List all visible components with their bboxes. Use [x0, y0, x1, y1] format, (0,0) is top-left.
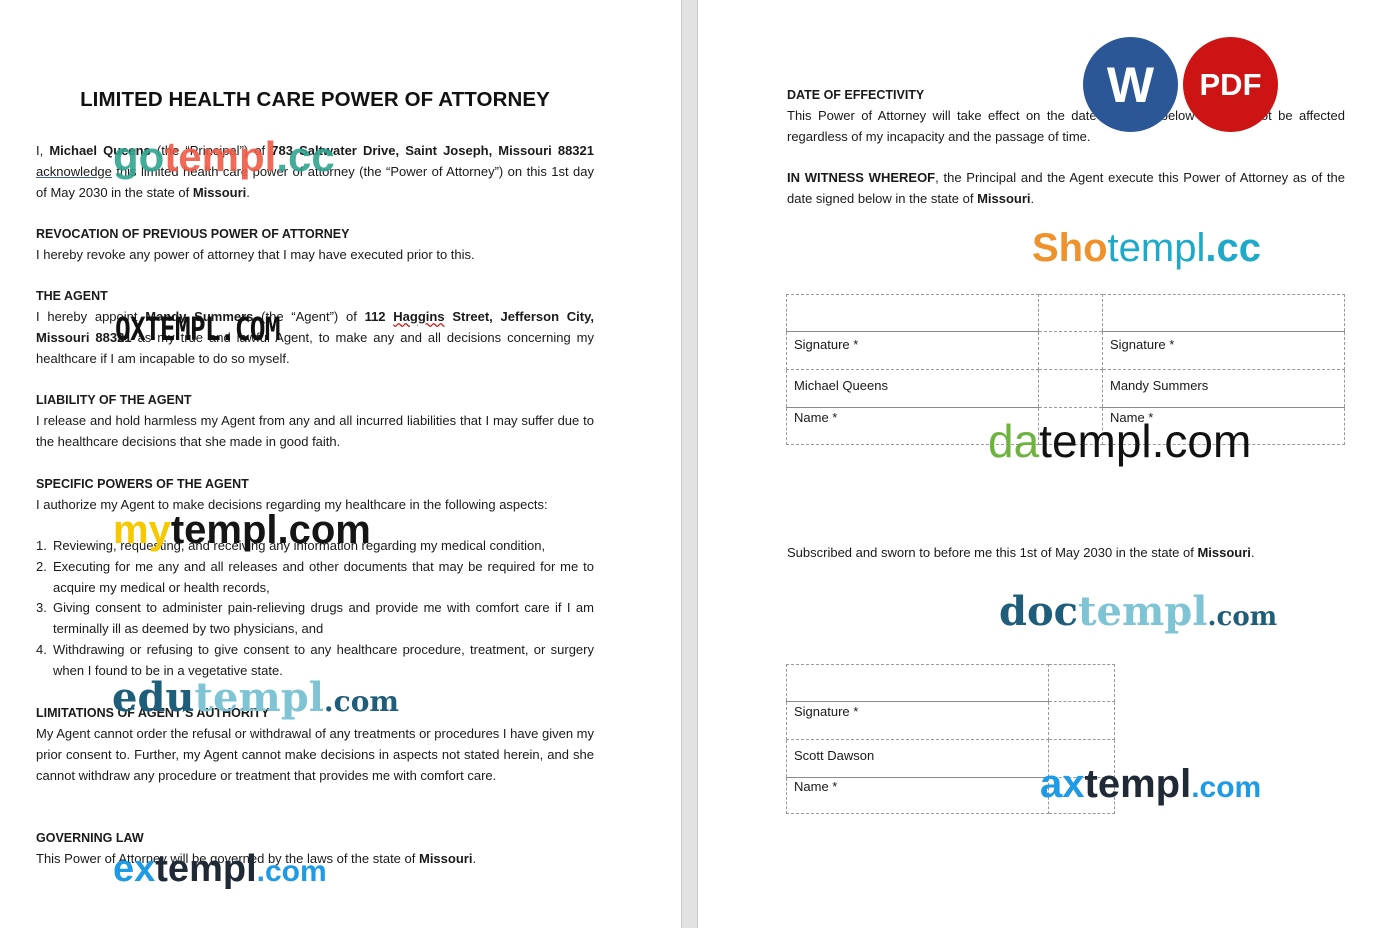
principal-name-value: Michael Queens [794, 378, 888, 393]
list-number: 1. [36, 538, 47, 553]
watermark-part: templ [1078, 588, 1208, 635]
watermark-part: my [113, 508, 171, 552]
list-number: 3. [36, 600, 47, 616]
watermark-gotempl: gotempl.cc [113, 136, 335, 178]
word-format-icon[interactable]: W [1083, 37, 1178, 132]
signature-space-principal[interactable] [786, 294, 1039, 332]
punctuation: . [246, 184, 250, 200]
signature-space-notary[interactable] [786, 664, 1049, 702]
spacer-cell [1038, 294, 1103, 332]
powers-list: 1. Reviewing, requesting, and receiving a… [36, 536, 594, 682]
spacer-cell [1048, 701, 1115, 740]
punctuation: . [472, 851, 477, 866]
intro-text: I, [36, 143, 50, 158]
name-value-cell: Mandy Summers [1102, 369, 1345, 408]
revocation-body: I hereby revoke any power of attorney th… [36, 247, 475, 262]
state-name: Missouri [192, 184, 247, 200]
list-text: Giving consent to administer pain-reliev… [53, 600, 594, 637]
spacer-cell [1038, 331, 1103, 370]
signature-space-agent[interactable] [1102, 294, 1345, 332]
watermark-doctempl: doctempl.com [999, 592, 1277, 632]
document-page-1 [0, 0, 681, 928]
watermark-part: .cc [1205, 226, 1261, 270]
list-number: 4. [36, 641, 47, 657]
signature-label: Signature * [1110, 337, 1175, 352]
acknowledge-word: acknowledge [36, 163, 112, 179]
witness-lead: IN WITNESS WHEREOF [787, 170, 936, 185]
watermark-part: da [988, 415, 1040, 467]
watermark-part: ax [1040, 762, 1085, 806]
watermark-part: go [113, 133, 165, 180]
state-name: Missouri [1197, 545, 1251, 560]
state-name: Missouri [418, 851, 473, 866]
signature-label: Signature * [794, 337, 859, 352]
name-value-cell: Michael Queens [786, 369, 1039, 408]
name-label-cell: Name * [786, 777, 1049, 814]
agent-address-part: Haggins [393, 309, 445, 324]
watermark-part: .cc [276, 133, 335, 180]
limitations-body: My Agent cannot order the refusal or wit… [36, 726, 594, 783]
watermark-part: .com [1191, 771, 1262, 804]
agent-address-part: 112 [364, 309, 394, 324]
page-gutter [681, 0, 698, 928]
watermark-mytempl: mytempl.com [113, 510, 371, 550]
watermark-edutempl: edutempl.com [112, 678, 399, 718]
list-item: 2. Executing for me any and all releases … [36, 557, 594, 599]
list-text: Withdrawing or refusing to give consent … [53, 641, 594, 678]
signature-label-cell: Signature * [786, 701, 1049, 740]
watermark-part: .com [256, 855, 327, 888]
notary-paragraph: Subscribed and sworn to before me this 1… [787, 543, 1345, 564]
watermark-part: templ [164, 133, 277, 180]
document-title: LIMITED HEALTH CARE POWER OF ATTORNEY [80, 88, 550, 111]
agent-name-value: Mandy Summers [1110, 378, 1209, 393]
governing-heading: GOVERNING LAW [36, 831, 144, 845]
liability-heading: LIABILITY OF THE AGENT [36, 393, 192, 407]
liability-body: I release and hold harmless my Agent fro… [36, 413, 594, 449]
watermark-part: templ.com [170, 508, 371, 552]
signature-label: Signature * [794, 704, 859, 719]
watermark-extempl: extempl.com [113, 850, 327, 888]
signature-label-cell: Signature * [1102, 331, 1345, 370]
list-number: 2. [36, 558, 47, 574]
watermark-part: templ [155, 848, 257, 890]
pdf-badge-label: PDF [1199, 66, 1262, 102]
witness-paragraph: IN WITNESS WHEREOF, the Principal and th… [787, 168, 1345, 210]
agent-heading: THE AGENT [36, 289, 108, 303]
spacer-cell [1038, 369, 1103, 408]
list-item: 3. Giving consent to administer pain-reli… [36, 598, 594, 640]
watermark-part: ex [113, 848, 156, 890]
watermark-datempl: datempl.com [988, 418, 1251, 464]
watermark-part: doc [999, 588, 1079, 635]
watermark-axtempl: axtempl.com [1040, 764, 1261, 804]
watermark-part: templ [194, 674, 324, 721]
watermark-part: .com [323, 685, 400, 718]
list-text: Executing for me any and all releases an… [53, 558, 594, 595]
watermark-part: Sho [1032, 226, 1108, 270]
signature-label-cell: Signature * [786, 331, 1039, 370]
powers-heading: SPECIFIC POWERS OF THE AGENT [36, 477, 249, 491]
watermark-part: templ [1107, 226, 1206, 270]
watermark-oxtempl: OXTEMPL.COM [115, 310, 281, 348]
state-name: Missouri [977, 190, 1031, 206]
watermark-part: edu [112, 674, 195, 721]
punctuation: . [1030, 190, 1035, 206]
notary-text: Subscribed and sworn to before me this 1… [787, 545, 1198, 560]
name-label: Name * [794, 779, 838, 794]
watermark-shotempl: Shotempl.cc [1032, 228, 1261, 268]
spacer-cell [1048, 664, 1115, 702]
watermark-part: templ [1084, 762, 1192, 806]
word-badge-label: W [1106, 56, 1155, 113]
punctuation: . [1250, 545, 1255, 560]
name-value-cell: Scott Dawson [786, 739, 1049, 778]
watermark-part: .com [1207, 602, 1278, 632]
revocation-heading: REVOCATION OF PREVIOUS POWER OF ATTORNEY [36, 227, 350, 241]
pdf-format-icon[interactable]: PDF [1183, 37, 1278, 132]
watermark-part: templ.com [1039, 415, 1252, 467]
notary-name-value: Scott Dawson [794, 748, 875, 763]
